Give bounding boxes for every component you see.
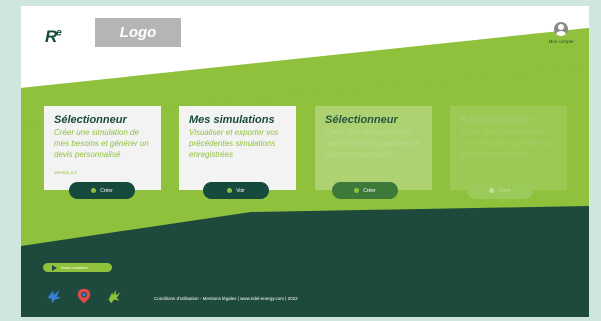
user-avatar-icon [554, 22, 568, 36]
green-bird-icon[interactable] [105, 287, 123, 305]
plus-circle-icon [91, 188, 97, 193]
window-frame: Re Logo Mon compte Sélectionneur Créer u… [0, 0, 601, 321]
app-screen: Re Logo Mon compte Sélectionneur Créer u… [21, 6, 589, 317]
button-label: Voir [236, 187, 245, 194]
card-title: Sélectionneur [54, 114, 127, 126]
create-button-disabled[interactable]: Créer [467, 182, 533, 199]
card-description: Visualiser et exporter vos précédentes s… [189, 128, 279, 159]
card-selectionneur: Sélectionneur Créer une simulation de me… [44, 106, 161, 190]
logo-text: Logo [119, 24, 157, 41]
create-button-faded[interactable]: Créer [332, 182, 398, 199]
view-button[interactable]: Voir [203, 182, 269, 199]
brand-logo[interactable]: Re [45, 27, 62, 47]
card-selectionneur-disabled: Sélectionneur Créer une simulation de me… [450, 106, 567, 190]
send-icon [52, 264, 57, 271]
logo-placeholder: Logo [95, 18, 181, 47]
card-description: Créer une simulation de mes besoins et g… [460, 128, 555, 159]
map-pin-icon[interactable] [75, 287, 93, 305]
account-button[interactable]: Mon compte [541, 22, 581, 44]
plus-circle-icon [489, 188, 495, 193]
button-label: Créer [363, 187, 376, 194]
contact-label: Nous contacter [61, 265, 88, 270]
card-title: Sélectionneur [460, 114, 533, 126]
plus-circle-icon [354, 188, 360, 193]
button-label: Créer [498, 187, 511, 194]
account-label: Mon compte [548, 39, 574, 44]
eye-icon [227, 188, 233, 193]
blue-bird-icon[interactable] [45, 287, 63, 305]
button-label: Créer [100, 187, 113, 194]
create-button[interactable]: Créer [69, 182, 135, 199]
card-title: Sélectionneur [325, 114, 398, 126]
card-description: Créer une simulation de mes besoins et g… [325, 128, 420, 159]
footer-legal-links[interactable]: Conditions d'utilisation - Mentions léga… [154, 296, 298, 301]
card-title: Mes simulations [189, 114, 275, 126]
contact-button[interactable]: Nous contacter [43, 263, 112, 272]
card-selectionneur-faded: Sélectionneur Créer une simulation de me… [315, 106, 432, 190]
card-mes-simulations: Mes simulations Visualiser et exporter v… [179, 106, 296, 190]
card-version: Version 2.2 [54, 170, 77, 175]
card-description: Créer une simulation de mes besoins et g… [54, 128, 149, 159]
footer-icons [45, 287, 123, 305]
